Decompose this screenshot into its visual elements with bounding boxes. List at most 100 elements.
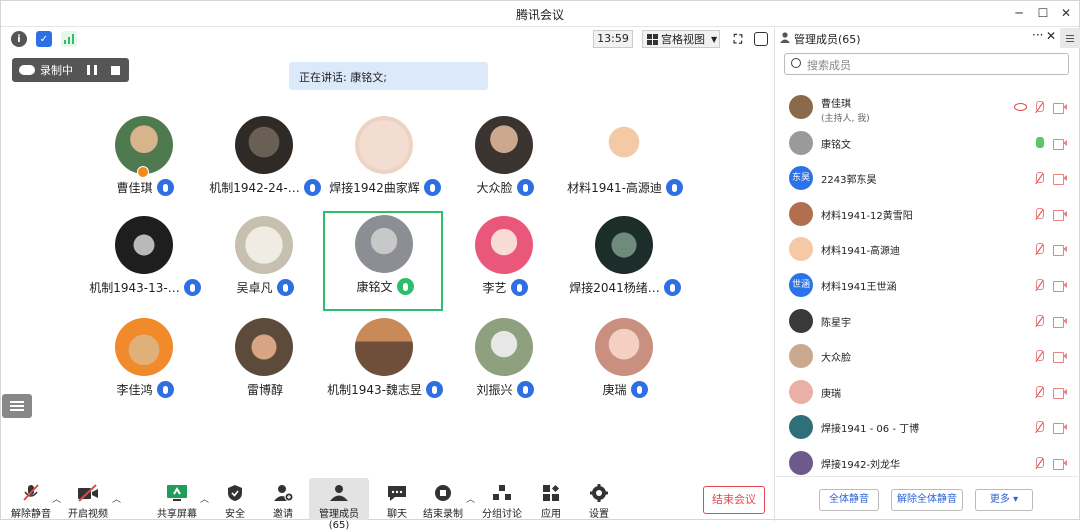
member-row[interactable]: 材料1941-12黄雪阳 [776, 199, 1080, 233]
mic-on-icon[interactable] [1034, 136, 1044, 150]
avatar [595, 318, 653, 376]
panel-menu-icon[interactable] [1060, 28, 1080, 48]
pause-icon[interactable] [87, 65, 97, 75]
grid-view-dropdown[interactable]: 宫格视图 ▼ [642, 30, 720, 48]
video-off-icon[interactable] [1053, 387, 1067, 399]
mic-muted-icon[interactable] [1034, 243, 1044, 256]
participant-tile[interactable]: 雷博醇 [205, 316, 325, 416]
gear-icon [588, 484, 610, 502]
participant-tile[interactable]: 机制1942-24-… [205, 114, 325, 214]
mic-icon [276, 279, 294, 296]
member-search-input[interactable]: 搜索成员 [784, 53, 1069, 75]
participant-tile[interactable]: 机制1943-13-… [85, 214, 205, 314]
video-off-icon[interactable] [1053, 209, 1067, 221]
participant-tile[interactable]: 大众脸 [445, 114, 565, 214]
person-icon [780, 32, 790, 43]
share-screen-button[interactable]: 共享屏幕 [147, 478, 207, 520]
invite-button[interactable]: 邀请 [253, 478, 313, 520]
member-avatar [789, 415, 813, 440]
maximize-icon[interactable]: ☐ [1034, 4, 1052, 22]
more-options-icon[interactable]: ··· [1032, 28, 1043, 42]
sidebar-toggle-icon[interactable] [754, 32, 768, 46]
panel-close-icon[interactable]: ✕ [1046, 29, 1056, 43]
minimize-icon[interactable]: ─ [1010, 4, 1028, 22]
video-off-icon[interactable] [1053, 316, 1067, 328]
mic-muted-icon[interactable] [1034, 457, 1044, 470]
avatar [235, 318, 293, 376]
avatar [595, 116, 653, 174]
chat-icon [386, 484, 408, 502]
video-off-icon[interactable] [1053, 174, 1067, 186]
manage-members-button[interactable]: 管理成员(65) [309, 478, 369, 531]
member-row[interactable]: 庚瑞 [776, 377, 1080, 411]
participant-tile[interactable]: 曹佳琪 [85, 114, 205, 214]
member-row[interactable]: 陈星宇 [776, 306, 1080, 340]
settings-button[interactable]: 设置 [569, 478, 629, 520]
member-row[interactable]: 焊接1941 - 06 - 丁博 [776, 412, 1080, 446]
participant-tile[interactable]: 刘振兴 [445, 316, 565, 416]
search-icon [791, 58, 801, 68]
info-icon[interactable]: i [11, 31, 27, 47]
member-row[interactable]: 康铭文 [776, 128, 1080, 162]
mic-muted-icon[interactable] [1034, 279, 1044, 292]
member-avatar [789, 201, 813, 226]
participant-tile[interactable]: 机制1943-魏志昱 [325, 316, 445, 416]
participant-name: 康铭文 [356, 280, 393, 294]
participant-tile[interactable]: 焊接2041杨绪… [565, 214, 685, 314]
stop-icon[interactable] [111, 65, 120, 75]
mic-muted-icon[interactable] [1034, 172, 1044, 185]
mic-muted-icon[interactable] [1034, 101, 1044, 114]
video-off-icon[interactable] [1053, 281, 1067, 292]
mic-muted-icon[interactable] [1034, 385, 1044, 399]
close-icon[interactable]: ✕ [1057, 4, 1075, 22]
member-avatar: 东昊 [789, 166, 813, 191]
app-window: 腾讯会议 ─ ☐ ✕ i ✓ 13:59 宫格视图 ▼ ⛶ 录制中 正在讲话: … [0, 0, 1080, 531]
mic-muted-icon[interactable] [1034, 207, 1044, 221]
member-row[interactable]: 东昊 2243郭东昊 [776, 163, 1080, 197]
avatar [115, 216, 173, 274]
mic-muted-icon[interactable] [1034, 314, 1044, 328]
participant-tile[interactable]: 李艺 [445, 214, 565, 314]
video-off-icon[interactable] [1053, 245, 1067, 257]
participant-tile[interactable]: 康铭文 [323, 211, 443, 311]
video-off-icon[interactable] [1053, 352, 1067, 364]
participant-tile[interactable]: 庚瑞 [565, 316, 685, 416]
recording-indicator: 录制中 [12, 58, 129, 82]
mic-muted-icon[interactable] [1034, 421, 1044, 434]
video-off-icon[interactable] [1053, 423, 1067, 435]
member-row[interactable]: 曹佳琪 (主持人, 我) [776, 92, 1080, 126]
member-name: 陈星宇 [821, 317, 851, 329]
participant-name: 雷博醇 [246, 383, 283, 397]
participant-tile[interactable]: 李佳鸿 [85, 316, 205, 416]
video-off-icon[interactable] [1053, 138, 1067, 150]
participant-tile[interactable]: 吴卓凡 [205, 214, 325, 314]
video-off-icon[interactable] [1053, 459, 1067, 470]
member-role: (主持人, 我) [821, 114, 870, 124]
video-off-icon[interactable] [1053, 103, 1067, 114]
member-row[interactable]: 大众脸 [776, 341, 1080, 375]
participant-tile[interactable]: 材料1941-高源迪 [565, 114, 685, 214]
fullscreen-icon[interactable]: ⛶ [730, 31, 746, 47]
end-meeting-button[interactable]: 结束会议 [703, 486, 765, 514]
member-row[interactable]: 材料1941-高源迪 [776, 234, 1080, 268]
more-button[interactable]: 更多 ▾ [975, 489, 1033, 511]
video-options-caret[interactable]: ︿ [112, 492, 121, 505]
list-toggle-button[interactable] [2, 394, 32, 418]
mic-icon [665, 179, 683, 196]
avatar [475, 318, 533, 376]
participant-tile[interactable]: 焊接1942曲家辉 [325, 114, 445, 214]
member-name: 材料1941-高源迪 [821, 246, 901, 258]
member-row[interactable]: 世涵 材料1941王世涵 [776, 270, 1080, 304]
signal-icon[interactable] [61, 31, 77, 47]
shield-icon[interactable]: ✓ [36, 31, 52, 47]
record-stop-icon [432, 484, 454, 502]
avatar [355, 318, 413, 376]
end-recording-button[interactable]: 结束录制 [413, 478, 473, 520]
start-video-button[interactable]: 开启视频 [58, 478, 118, 520]
mic-muted-icon[interactable] [1034, 350, 1044, 363]
mute-all-button[interactable]: 全体静音 [819, 489, 879, 511]
unmute-all-button[interactable]: 解除全体静音 [891, 489, 963, 511]
member-avatar [789, 344, 813, 369]
avatar [595, 216, 653, 274]
participant-name: 李佳鸿 [116, 383, 153, 397]
